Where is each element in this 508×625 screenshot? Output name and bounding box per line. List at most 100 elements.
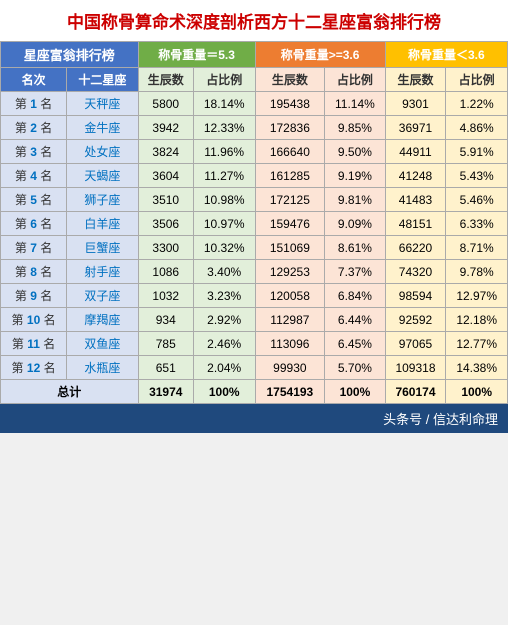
g1-births-cell: 3300 (138, 236, 193, 260)
rank-number: 12 (27, 361, 44, 375)
g2-births-cell: 99930 (255, 356, 325, 380)
g1-births-header: 生辰数 (138, 68, 193, 92)
total-g3-ratio: 100% (446, 380, 508, 404)
sign-name: 天秤座 (84, 97, 120, 111)
g1-ratio-cell: 11.27% (193, 164, 255, 188)
g1-ratio-cell: 10.98% (193, 188, 255, 212)
rank-prefix: 第 (12, 337, 24, 351)
total-g2-ratio: 100% (325, 380, 385, 404)
g3-ratio-cell: 8.71% (446, 236, 508, 260)
sign-cell: 巨蟹座 (67, 236, 138, 260)
g3-births-cell: 97065 (385, 332, 446, 356)
sign-cell: 双子座 (67, 284, 138, 308)
g1-ratio-cell: 2.46% (193, 332, 255, 356)
rank-suffix: 名 (40, 289, 52, 303)
g1-births-cell: 3942 (138, 116, 193, 140)
g2-ratio-cell: 9.85% (325, 116, 385, 140)
rank-prefix: 第 (15, 121, 27, 135)
rank-prefix: 第 (12, 313, 24, 327)
rank-suffix: 名 (40, 169, 52, 183)
g1-ratio-cell: 11.96% (193, 140, 255, 164)
rank-prefix: 第 (15, 145, 27, 159)
page-title: 中国称骨算命术深度剖析西方十二星座富翁排行榜 (0, 0, 508, 41)
g1-births-cell: 651 (138, 356, 193, 380)
sign-name: 白羊座 (84, 217, 120, 231)
sign-cell: 白羊座 (67, 212, 138, 236)
total-row: 总计 31974 100% 1754193 100% 760174 100% (1, 380, 508, 404)
g1-ratio-cell: 3.40% (193, 260, 255, 284)
g1-ratio-cell: 12.33% (193, 116, 255, 140)
sign-cell: 处女座 (67, 140, 138, 164)
total-label: 总计 (1, 380, 139, 404)
sign-name: 双子座 (84, 289, 120, 303)
g2-births-cell: 129253 (255, 260, 325, 284)
g2-ratio-cell: 6.84% (325, 284, 385, 308)
rank-suffix: 名 (40, 121, 52, 135)
g1-births-cell: 1032 (138, 284, 193, 308)
rank-suffix: 名 (40, 97, 52, 111)
group1-header: 称骨重量＝5.3 (138, 42, 255, 68)
total-g3-births: 760174 (385, 380, 446, 404)
rank-number: 1 (30, 97, 40, 111)
sign-name: 金牛座 (84, 121, 120, 135)
g3-births-cell: 9301 (385, 92, 446, 116)
sign-name: 双鱼座 (84, 337, 120, 351)
sign-name: 水瓶座 (84, 361, 120, 375)
g2-births-cell: 113096 (255, 332, 325, 356)
rank-cell: 第 6 名 (1, 212, 67, 236)
g2-ratio-header: 占比例 (325, 68, 385, 92)
table-row: 第 10 名 摩羯座 934 2.92% 112987 6.44% 92592 … (1, 308, 508, 332)
g1-ratio-cell: 2.92% (193, 308, 255, 332)
g3-ratio-header: 占比例 (446, 68, 508, 92)
rank-cell: 第 4 名 (1, 164, 67, 188)
g2-ratio-cell: 6.45% (325, 332, 385, 356)
g2-births-cell: 112987 (255, 308, 325, 332)
rank-cell: 第 9 名 (1, 284, 67, 308)
rank-suffix: 名 (40, 265, 52, 279)
rank-prefix: 第 (15, 289, 27, 303)
sign-name: 狮子座 (84, 193, 120, 207)
sign-cell: 狮子座 (67, 188, 138, 212)
sign-cell: 金牛座 (67, 116, 138, 140)
table-row: 第 3 名 处女座 3824 11.96% 166640 9.50% 44911… (1, 140, 508, 164)
g3-ratio-cell: 5.91% (446, 140, 508, 164)
table-row: 第 4 名 天蝎座 3604 11.27% 161285 9.19% 41248… (1, 164, 508, 188)
g2-ratio-cell: 9.81% (325, 188, 385, 212)
rank-cell: 第 10 名 (1, 308, 67, 332)
g3-ratio-cell: 4.86% (446, 116, 508, 140)
rank-number: 7 (30, 241, 40, 255)
table-row: 第 5 名 狮子座 3510 10.98% 172125 9.81% 41483… (1, 188, 508, 212)
g2-ratio-cell: 9.09% (325, 212, 385, 236)
g2-births-cell: 172125 (255, 188, 325, 212)
sign-name: 天蝎座 (84, 169, 120, 183)
table-row: 第 9 名 双子座 1032 3.23% 120058 6.84% 98594 … (1, 284, 508, 308)
table-row: 第 7 名 巨蟹座 3300 10.32% 151069 8.61% 66220… (1, 236, 508, 260)
g2-births-cell: 120058 (255, 284, 325, 308)
rank-suffix: 名 (40, 145, 52, 159)
rank-cell: 第 7 名 (1, 236, 67, 260)
g3-births-cell: 98594 (385, 284, 446, 308)
rank-prefix: 第 (15, 241, 27, 255)
table-row: 第 1 名 天秤座 5800 18.14% 195438 11.14% 9301… (1, 92, 508, 116)
rank-prefix: 第 (15, 265, 27, 279)
g1-births-cell: 3510 (138, 188, 193, 212)
rank-number: 10 (27, 313, 44, 327)
g1-births-cell: 3824 (138, 140, 193, 164)
g2-ratio-cell: 8.61% (325, 236, 385, 260)
g1-ratio-cell: 10.32% (193, 236, 255, 260)
rank-prefix: 第 (15, 169, 27, 183)
table-row: 第 6 名 白羊座 3506 10.97% 159476 9.09% 48151… (1, 212, 508, 236)
footer-text: 头条号 / 信达利命理 (0, 404, 508, 433)
g1-births-cell: 3506 (138, 212, 193, 236)
total-g2-births: 1754193 (255, 380, 325, 404)
table-row: 第 11 名 双鱼座 785 2.46% 113096 6.45% 97065 … (1, 332, 508, 356)
rank-number: 8 (30, 265, 40, 279)
rank-number: 2 (30, 121, 40, 135)
main-container: 中国称骨算命术深度剖析西方十二星座富翁排行榜 星座富翁排行榜 称骨重量＝5.3 … (0, 0, 508, 433)
rank-prefix: 第 (15, 217, 27, 231)
g1-ratio-cell: 3.23% (193, 284, 255, 308)
g1-births-cell: 934 (138, 308, 193, 332)
rank-cell: 第 1 名 (1, 92, 67, 116)
group3-header: 称骨重量＜3.6 (385, 42, 507, 68)
g3-ratio-cell: 9.78% (446, 260, 508, 284)
